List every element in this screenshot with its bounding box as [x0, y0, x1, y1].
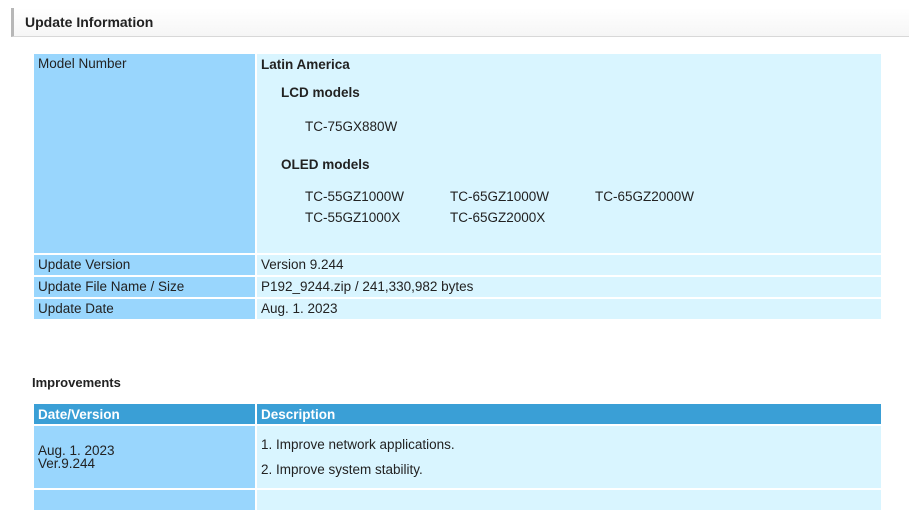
- update-version-value: Version 9.244: [257, 255, 881, 275]
- model-item: TC-75GX880W: [305, 119, 398, 134]
- table-row: [34, 490, 881, 510]
- table-row: Update Date Aug. 1. 2023: [34, 299, 881, 319]
- file-name-size-label: Update File Name / Size: [34, 277, 255, 297]
- update-info-table: Model Number Latin America LCD models TC…: [32, 52, 883, 321]
- table-row: Aug. 1. 2023 Ver.9.244 1. Improve networ…: [34, 426, 881, 488]
- update-version-label: Update Version: [34, 255, 255, 275]
- update-date-value: Aug. 1. 2023: [257, 299, 881, 319]
- update-date-label: Update Date: [34, 299, 255, 319]
- file-name-size-value: P192_9244.zip / 241,330,982 bytes: [257, 277, 881, 297]
- improvements-table: Date/Version Description Aug. 1. 2023 Ve…: [32, 402, 883, 512]
- improvement-item: 2. Improve system stability.: [261, 462, 423, 477]
- model-item: TC-65GZ2000W: [595, 189, 695, 204]
- oled-models-title: OLED models: [281, 157, 370, 172]
- model-number-label: Model Number: [34, 54, 255, 253]
- date-version-cell: Aug. 1. 2023 Ver.9.244: [34, 426, 255, 488]
- region-name: Latin America: [261, 57, 350, 72]
- table-row: Model Number Latin America LCD models TC…: [34, 54, 881, 253]
- model-item: TC-65GZ2000X: [450, 210, 546, 225]
- section-header: Update Information: [11, 8, 909, 37]
- model-number-value: Latin America LCD models TC-75GX880W OLE…: [257, 54, 881, 253]
- improvements-title: Improvements: [32, 375, 121, 390]
- table-header-row: Date/Version Description: [34, 404, 881, 424]
- table-row: Update File Name / Size P192_9244.zip / …: [34, 277, 881, 297]
- table-row: Update Version Version 9.244: [34, 255, 881, 275]
- model-item: TC-55GZ1000X: [305, 210, 401, 225]
- model-item: TC-65GZ1000W: [450, 189, 550, 204]
- oled-model-list: TC-55GZ1000W TC-65GZ1000W TC-65GZ2000W T…: [305, 187, 877, 228]
- description-header: Description: [257, 404, 881, 424]
- description-cell: [257, 490, 881, 510]
- lcd-models-title: LCD models: [281, 85, 360, 100]
- improvement-item: 1. Improve network applications.: [261, 437, 455, 452]
- section-title: Update Information: [25, 14, 154, 30]
- date-version-header: Date/Version: [34, 404, 255, 424]
- description-cell: 1. Improve network applications. 2. Impr…: [257, 426, 881, 488]
- model-item: TC-55GZ1000W: [305, 189, 405, 204]
- date-version-cell: [34, 490, 255, 510]
- lcd-model-list: TC-75GX880W: [305, 117, 877, 137]
- improvement-version: Ver.9.244: [38, 456, 96, 471]
